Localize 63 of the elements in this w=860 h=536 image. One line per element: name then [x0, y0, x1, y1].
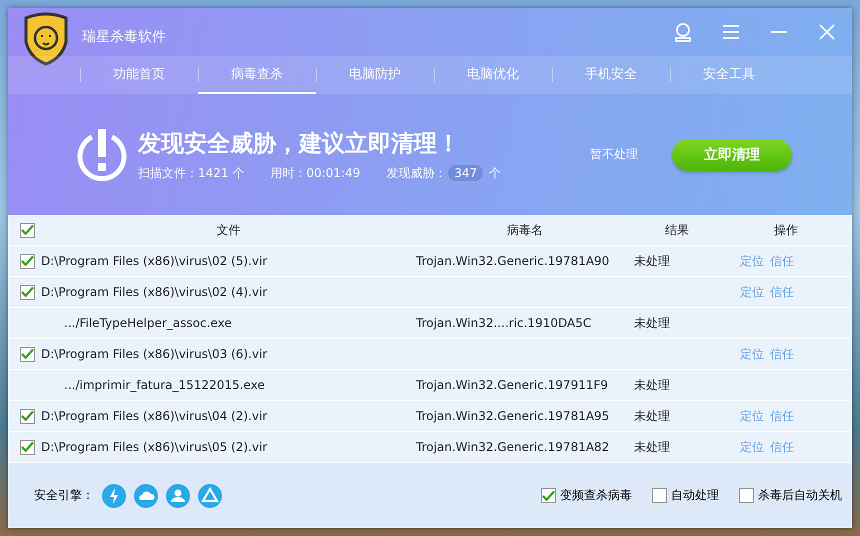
file-path: D:\Program Files (x86)\virus\03 (6).vir — [41, 347, 268, 361]
action-link[interactable]: 信任 — [770, 284, 794, 300]
column-header: 操作 — [773, 222, 799, 238]
action-link[interactable]: 定位 — [740, 252, 764, 270]
option-label: 自动处理 — [671, 487, 719, 504]
user-icon[interactable] — [672, 21, 694, 43]
action-link[interactable]: 定位 — [740, 408, 764, 424]
action-link[interactable]: 定位 — [740, 438, 764, 456]
threats-unit: 个 — [489, 164, 502, 182]
lightning-icon[interactable] — [102, 484, 126, 508]
file-path: .../FileTypeHelper_assoc.exe — [63, 316, 232, 330]
ignore-link[interactable]: 暂不处理 — [590, 146, 638, 163]
virus-name: Trojan.Win32.Generic.19781A82 — [416, 440, 610, 454]
checkbox[interactable] — [20, 222, 35, 238]
option-label: 杀毒后自动关机 — [758, 487, 842, 504]
file-path: D:\Program Files (x86)\virus\04 (2).vir — [41, 409, 268, 423]
cloud-icon[interactable] — [134, 484, 158, 508]
engine-label: 安全引擎： — [34, 487, 94, 504]
action-link[interactable]: 信任 — [770, 346, 794, 362]
option-label: 变频查杀病毒 — [560, 487, 632, 504]
threat-count: 347 — [448, 165, 484, 181]
scanned-files-text: 扫描文件：1421 个 — [138, 164, 244, 182]
nav-tab[interactable]: 安全工具 — [670, 56, 788, 94]
checkbox[interactable] — [541, 488, 556, 503]
action-link[interactable]: 定位 — [740, 346, 764, 362]
alert-headline: 发现安全威胁，建议立即清理！ — [138, 130, 461, 158]
action-link[interactable]: 定位 — [740, 284, 764, 300]
result-status: 未处理 — [634, 316, 670, 330]
action-link[interactable]: 信任 — [770, 408, 794, 424]
checkbox[interactable] — [739, 488, 754, 503]
checkbox[interactable] — [20, 440, 35, 454]
checkbox[interactable] — [20, 346, 35, 362]
elapsed-time-text: 用时：00:01:49 — [270, 164, 360, 182]
virus-name: Trojan.Win32.Generic.19781A95 — [416, 409, 610, 423]
file-path: D:\Program Files (x86)\virus\05 (2).vir — [41, 440, 268, 454]
checkbox[interactable] — [652, 488, 667, 503]
nav-tab[interactable]: 手机安全 — [552, 56, 670, 94]
file-path: .../imprimir_fatura_15122015.exe — [63, 378, 265, 392]
nav-tab[interactable]: 病毒查杀 — [198, 56, 316, 94]
result-status: 未处理 — [634, 408, 670, 422]
result-status: 未处理 — [634, 440, 670, 454]
checkbox[interactable] — [20, 408, 35, 424]
action-link[interactable]: 信任 — [770, 252, 794, 270]
nav-tab[interactable]: 电脑优化 — [434, 56, 552, 94]
checkbox[interactable] — [20, 254, 35, 268]
person-icon[interactable] — [166, 484, 190, 508]
action-link[interactable]: 信任 — [770, 438, 794, 456]
virus-name: Trojan.Win32.Generic.19781A90 — [416, 254, 610, 268]
virus-name: Trojan.Win32....ric.1910DA5C — [416, 316, 592, 330]
app-title: 瑞星杀毒软件 — [82, 28, 166, 46]
column-header: 病毒名 — [506, 222, 544, 238]
column-header: 文件 — [216, 222, 242, 238]
column-header: 结果 — [664, 222, 690, 238]
clean-now-button[interactable]: 立即清理 — [672, 138, 792, 170]
result-status: 未处理 — [634, 254, 670, 268]
nav-tab[interactable]: 电脑防护 — [316, 56, 434, 94]
result-status: 未处理 — [634, 378, 670, 392]
virus-name: Trojan.Win32.Generic.197911F9 — [416, 378, 608, 392]
threats-label: 发现威胁： — [386, 164, 446, 182]
nav-tab[interactable]: 功能首页 — [80, 56, 198, 94]
file-path: D:\Program Files (x86)\virus\02 (4).vir — [41, 285, 268, 299]
file-path: D:\Program Files (x86)\virus\02 (5).vir — [41, 254, 268, 268]
checkbox[interactable] — [20, 284, 35, 300]
